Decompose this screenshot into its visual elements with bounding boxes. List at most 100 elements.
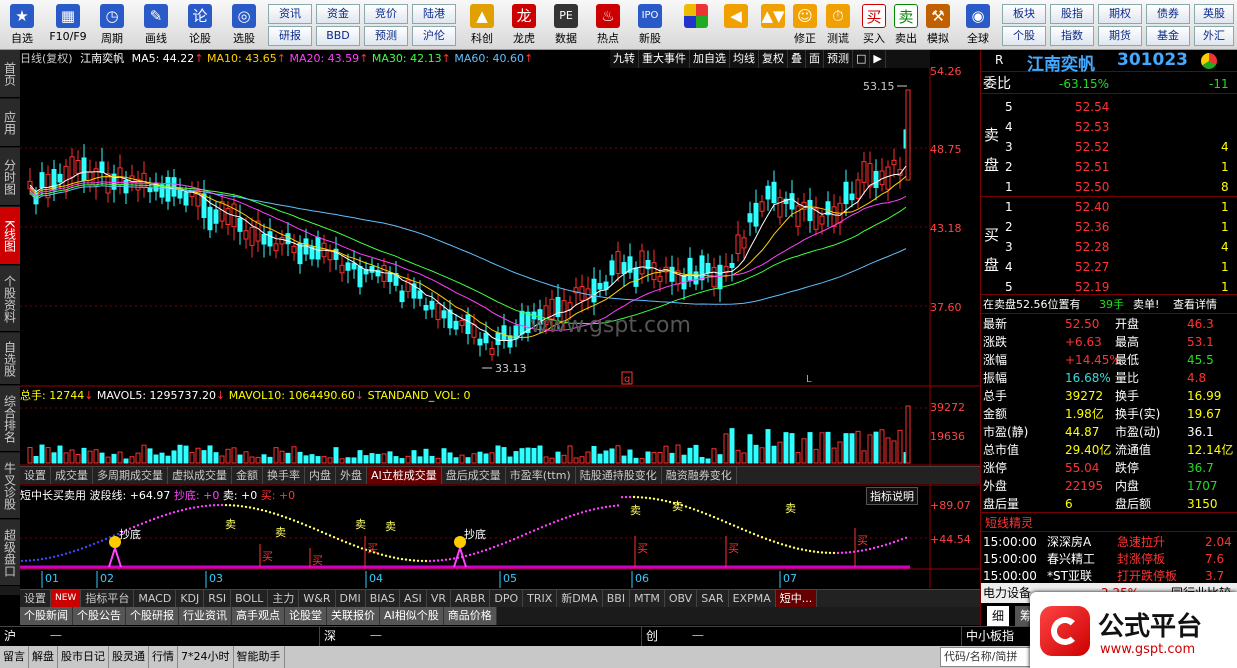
status-hangqing[interactable]: 行情	[149, 646, 178, 668]
tabA-ailizhuang[interactable]: AI立桩成交量	[367, 467, 442, 484]
tabB-kdj[interactable]: KDJ	[176, 590, 205, 607]
stat-row-6[interactable]: 金额 1.98亿 换手(实) 19.67	[981, 404, 1237, 424]
toolbar-xuangu-button[interactable]: ◎ 选股	[224, 2, 264, 48]
toolbar-moni-button[interactable]: ⚒ 模拟	[922, 2, 954, 48]
toolbar-back-button[interactable]: ◀	[720, 2, 752, 48]
stat-row-3[interactable]: 涨幅 +14.45% 最低 45.5	[981, 350, 1237, 370]
toolbar-color-grid-button[interactable]	[680, 2, 712, 48]
tabA-huanshou[interactable]: 换手率	[263, 467, 305, 484]
status-724[interactable]: 7*24小时	[178, 646, 234, 668]
tabB-zhibiaopingtai[interactable]: 指标平台	[81, 590, 135, 607]
toolbar-zhishu-button[interactable]: 指数	[1050, 26, 1094, 46]
tabA-panhou[interactable]: 盘后成交量	[442, 467, 506, 484]
buy-row-2[interactable]: 2 52.36 1	[981, 217, 1237, 237]
tabB-bias[interactable]: BIAS	[366, 590, 401, 607]
tabC-related[interactable]: 关联报价	[327, 607, 380, 625]
tabB-expma[interactable]: EXPMA	[729, 590, 776, 607]
leftnav-kxiantu[interactable]: K线图	[0, 207, 20, 265]
sector-name[interactable]: 电力设备	[983, 583, 1031, 603]
tabB-dmi[interactable]: DMI	[336, 590, 366, 607]
tabB-bbi[interactable]: BBI	[603, 590, 631, 607]
status-zhinengzhushou[interactable]: 智能助手	[234, 646, 285, 668]
toolbar-xingu-button[interactable]: IPO 新股	[630, 2, 670, 48]
stat-row-9[interactable]: 涨停 55.04 跌停 36.7	[981, 458, 1237, 478]
fuquan-button[interactable]: 复权	[759, 50, 788, 68]
toolbar-sell-button[interactable]: 卖卖出	[890, 2, 922, 48]
stat-row-2[interactable]: 涨跌 +6.63 最高 53.1	[981, 332, 1237, 352]
toolbar-buy-button[interactable]: 买买入	[858, 2, 890, 48]
index-cy[interactable]: 创 一	[642, 627, 962, 646]
tabB-shezhi[interactable]: 设置	[20, 590, 51, 607]
toolbar-longhu-button[interactable]: 龙龙虎	[504, 2, 544, 48]
tabC-industry[interactable]: 行业资讯	[179, 607, 232, 625]
toolbar-qihuo-button[interactable]: 期货	[1098, 26, 1142, 46]
toolbar-lugang-button[interactable]: 陆港	[412, 4, 456, 24]
tabB-arbr[interactable]: ARBR	[451, 590, 491, 607]
status-jiepan[interactable]: 解盘	[29, 646, 58, 668]
kline-chart-area[interactable]: 抄底 抄底卖卖卖 卖卖卖卖买 买买买买买 53.15 33.13 www.gspt.c…	[20, 68, 980, 588]
jiazixuan-button[interactable]: 加自选	[690, 50, 730, 68]
tabC-news[interactable]: 个股新闻	[20, 607, 73, 625]
tabC-ai-similar[interactable]: AI相似个股	[380, 607, 444, 625]
tabC-commodity[interactable]: 商品价格	[443, 607, 497, 625]
junxian-button[interactable]: 均线	[730, 50, 759, 68]
buy-row-1[interactable]: 1 52.40 1	[981, 197, 1237, 217]
tabC-lungutang[interactable]: 论股堂	[285, 607, 327, 625]
stat-row-8[interactable]: 总市值 29.40亿 流通值 12.14亿	[981, 440, 1237, 460]
toolbar-huaxian-button[interactable]: ✎ 画线	[136, 2, 176, 48]
tabA-lugutong[interactable]: 陆股通持股变化	[576, 467, 662, 484]
toolbar-cehuang-button[interactable]: ⏱ 测谎	[822, 2, 854, 48]
toolbar-redian-button[interactable]: ♨ 热点	[588, 2, 628, 48]
status-gushiriji[interactable]: 股市日记	[58, 646, 109, 668]
tabC-notice[interactable]: 个股公告	[73, 607, 126, 625]
trade-detail-link[interactable]: 查看详情	[1173, 295, 1217, 315]
tabA-shezhi[interactable]: 设置	[20, 467, 51, 484]
toolbar-yanbao-button[interactable]: 研报	[268, 26, 312, 46]
toolbar-zixun-button[interactable]: 资讯	[268, 4, 312, 24]
toolbar-hulun-button[interactable]: 沪伦	[412, 26, 456, 46]
toolbar-shuju-button[interactable]: PE 数据	[546, 2, 586, 48]
tabA-chengjiaoliang[interactable]: 成交量	[51, 467, 93, 484]
tabB-zhuli[interactable]: 主力	[268, 590, 300, 607]
tabA-jine[interactable]: 金额	[232, 467, 263, 484]
stat-row-1[interactable]: 最新 52.50 开盘 46.3	[981, 314, 1237, 334]
tabB-duanzhong[interactable]: 短中...	[775, 590, 818, 607]
toolbar-zijin-button[interactable]: 资金	[316, 4, 360, 24]
tabC-expert[interactable]: 高手观点	[232, 607, 285, 625]
tabB-boll[interactable]: BOLL	[231, 590, 269, 607]
index-sh[interactable]: 沪 一	[0, 627, 320, 646]
tabA-duozhouqi[interactable]: 多周期成交量	[93, 467, 168, 484]
leftnav-zonghepaiming[interactable]: 综合排名	[0, 386, 20, 452]
tabA-neipan[interactable]: 内盘	[305, 467, 336, 484]
leftnav-yingyong[interactable]: 应用	[0, 99, 20, 147]
toolbar-kechuang-button[interactable]: ▲ 科创	[462, 2, 502, 48]
toolbar-f10-button[interactable]: ▦ F10/F9	[46, 2, 90, 48]
toolbar-qiquan-button[interactable]: 期权	[1098, 4, 1142, 24]
toolbar-bbd-button[interactable]: BBD	[316, 26, 360, 46]
toolbar-guzhi-button[interactable]: 股指	[1050, 4, 1094, 24]
pie-icon[interactable]	[1201, 53, 1217, 69]
toolbar-lungu-button[interactable]: 论论股	[180, 2, 220, 48]
tabB-dpo[interactable]: DPO	[490, 590, 524, 607]
tabB-trix[interactable]: TRIX	[523, 590, 558, 607]
toolbar-yuce-button[interactable]: 预测	[364, 26, 408, 46]
jiuzhuan-button[interactable]: 九转	[610, 50, 639, 68]
index-sz[interactable]: 深 一	[320, 627, 642, 646]
toolbar-zhouqi-button[interactable]: ◷ 周期	[92, 2, 132, 48]
tabC-report[interactable]: 个股研报	[126, 607, 179, 625]
sell-row-4[interactable]: 2 52.51 1	[981, 157, 1237, 177]
leftnav-fenshitu[interactable]: 分时图	[0, 148, 20, 206]
yuce-button[interactable]: 预测	[824, 50, 853, 68]
indicator-help-button[interactable]: 指标说明	[866, 487, 918, 505]
toolbar-waihui-button[interactable]: 外汇	[1194, 26, 1234, 46]
sell-row-1[interactable]: 5 52.54	[981, 97, 1237, 117]
status-liuyan[interactable]: 留言	[0, 646, 29, 668]
sell-row-5[interactable]: 1 52.50 8	[981, 177, 1237, 197]
toolbar-gegu-button[interactable]: 个股	[1002, 26, 1046, 46]
tabB-sar[interactable]: SAR	[697, 590, 729, 607]
tabB-mtm[interactable]: MTM	[630, 590, 665, 607]
tabB-wr[interactable]: W&R	[299, 590, 336, 607]
tabA-xuni[interactable]: 虚拟成交量	[168, 467, 232, 484]
toolbar-xiuzheng-button[interactable]: ☺ 修正	[788, 2, 822, 48]
toolbar-jijin-button[interactable]: 基金	[1146, 26, 1190, 46]
